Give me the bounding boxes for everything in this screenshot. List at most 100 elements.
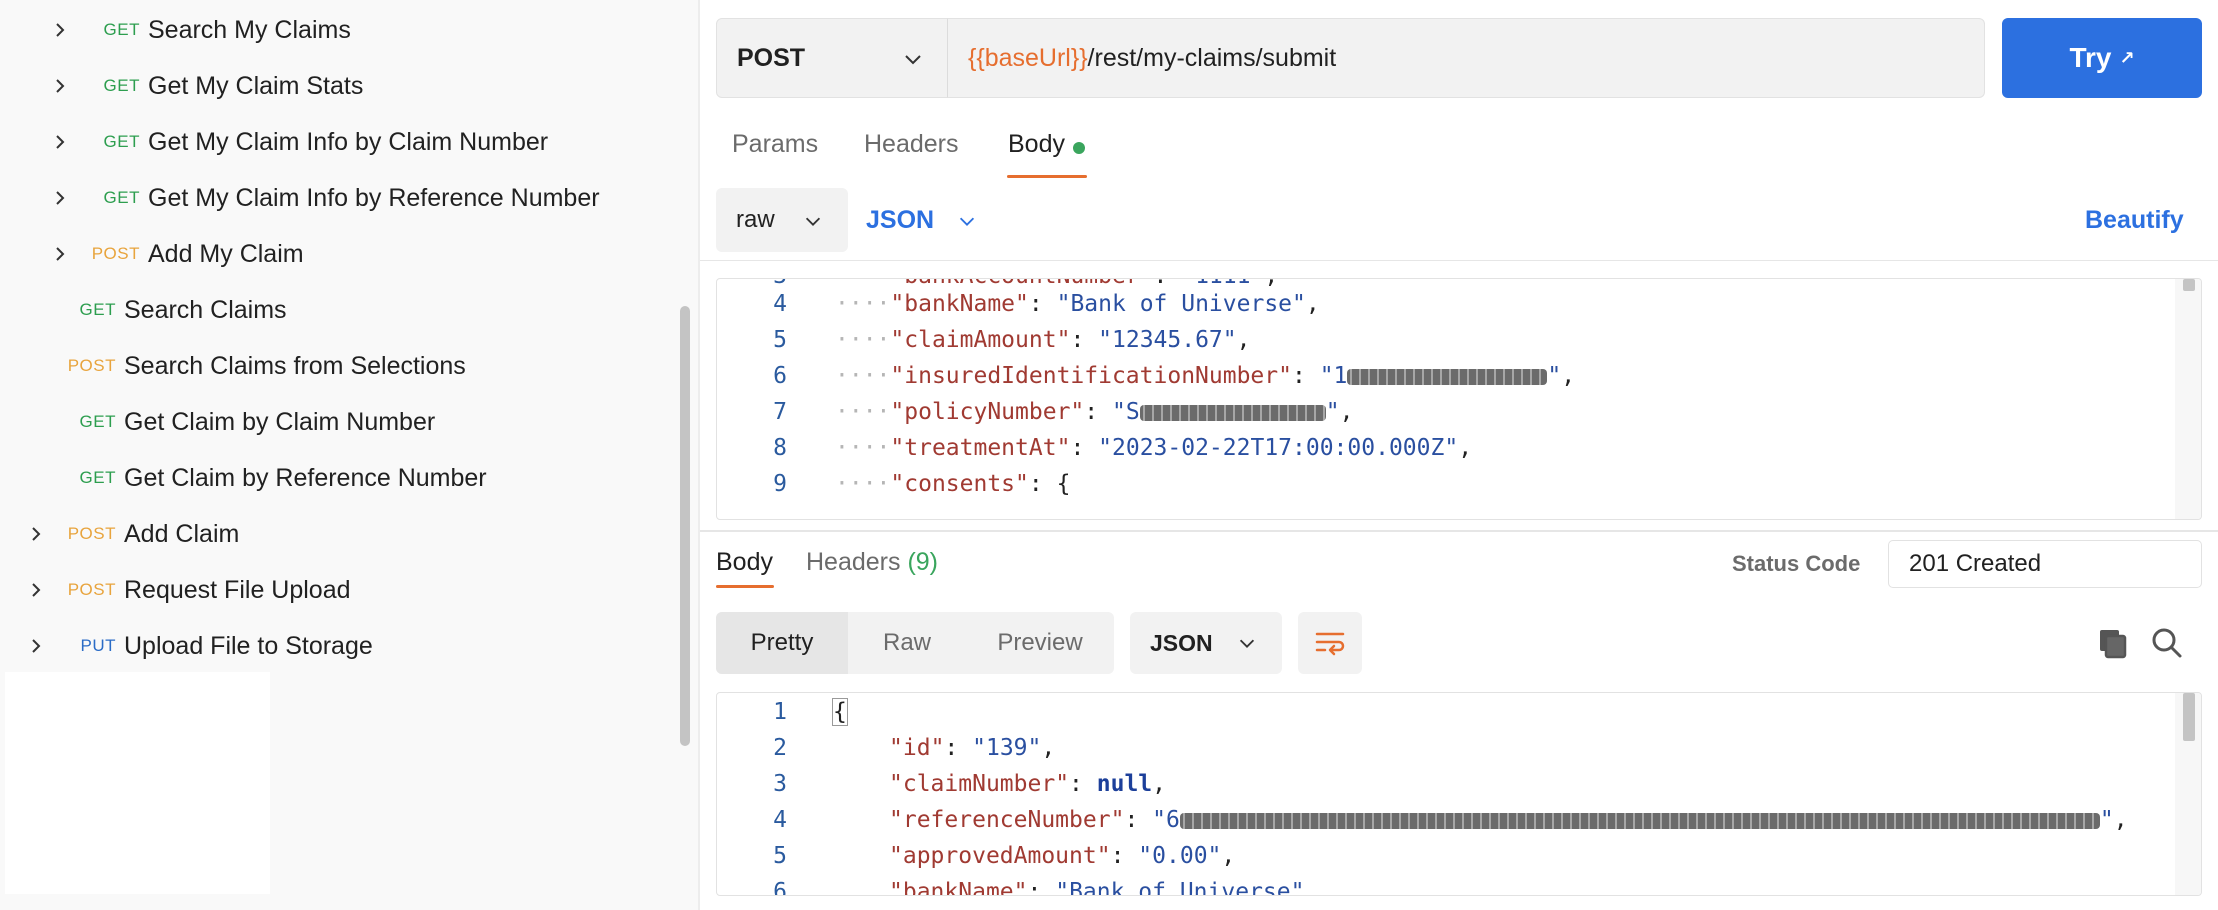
line-number: 2 <box>773 735 787 761</box>
method-badge: PUT <box>80 636 116 655</box>
chevron-right-icon[interactable] <box>48 186 72 210</box>
tab-body[interactable]: Body <box>1008 130 1065 159</box>
line-number: 3 <box>773 771 787 797</box>
chevron-right-icon[interactable] <box>48 242 72 266</box>
viewer-scrollbar-track[interactable] <box>2175 693 2201 895</box>
pane-divider[interactable] <box>698 0 700 910</box>
response-divider[interactable] <box>700 530 2218 532</box>
json-key: claimNumber <box>902 771 1056 797</box>
tree-item-get-claim-by-reference-number[interactable]: GET Get Claim by Reference Number <box>0 450 680 506</box>
tab-headers[interactable]: Headers <box>864 130 959 159</box>
tree-item-search-claims[interactable]: GET Search Claims <box>0 282 680 338</box>
format-preview-button[interactable]: Preview <box>966 612 1114 674</box>
tree-item-add-claim[interactable]: POST Add Claim <box>0 506 680 562</box>
json-key: consents <box>904 471 1016 497</box>
format-raw-button[interactable]: Raw <box>848 612 966 674</box>
line-number: 9 <box>773 471 787 497</box>
method-badge: GET <box>103 132 140 151</box>
url-path: /rest/my-claims/submit <box>1087 43 1337 72</box>
body-mode-select[interactable]: raw <box>716 188 848 252</box>
tree-item-get-claim-by-claim-number[interactable]: GET Get Claim by Claim Number <box>0 394 680 450</box>
code-line: 6 ····"insuredIdentificationNumber": "1 "… <box>717 363 2177 399</box>
beautify-button[interactable]: Beautify <box>2085 206 2184 235</box>
tree-item-upload-file-to-storage[interactable]: PUT Upload File to Storage <box>0 618 680 674</box>
response-tab-body[interactable]: Body <box>716 548 773 577</box>
viewer-scrollbar-thumb[interactable] <box>2183 693 2195 741</box>
line-number: 5 <box>773 327 787 353</box>
code-line: 6 "bankName": "Bank of Universe", <box>717 879 2177 896</box>
json-value: null <box>1096 771 1153 797</box>
tab-params[interactable]: Params <box>732 130 818 159</box>
editor-scrollbar-thumb[interactable] <box>2183 279 2195 291</box>
chevron-right-icon[interactable] <box>48 18 72 42</box>
chevron-right-icon[interactable] <box>24 634 48 658</box>
code-line: 2 "id": "139", <box>717 735 2177 771</box>
tree-item-label: Get Claim by Claim Number <box>124 407 436 436</box>
body-modified-dot <box>1073 142 1085 154</box>
tree-item-label: Get My Claim Info by Claim Number <box>148 127 549 156</box>
tree-item-get-my-claim-info-by-reference-number[interactable]: GET Get My Claim Info by Reference Numbe… <box>0 170 680 226</box>
tree-item-label: Request File Upload <box>124 575 351 604</box>
body-mode-value: raw <box>736 206 775 233</box>
status-code-label: Status Code <box>1732 551 1861 576</box>
method-badge: POST <box>91 244 140 263</box>
code-line: 9 ····"consents": { <box>717 471 2177 507</box>
line-number: 8 <box>773 435 787 461</box>
chevron-right-icon[interactable] <box>24 522 48 546</box>
url-variable: {{baseUrl}} <box>968 43 1088 72</box>
tree-item-search-claims-from-selections[interactable]: POST Search Claims from Selections <box>0 338 680 394</box>
json-key: id <box>902 735 931 761</box>
format-pretty-button[interactable]: Pretty <box>716 612 848 674</box>
active-tab-indicator <box>1007 175 1087 178</box>
method-select-value: POST <box>737 43 806 72</box>
wrap-lines-button[interactable] <box>1298 612 1362 674</box>
url-input[interactable]: {{baseUrl}}/rest/my-claims/submit <box>947 18 1985 98</box>
try-button[interactable]: Try ↗ <box>2002 18 2202 98</box>
tree-item-label: Add My Claim <box>148 239 304 268</box>
body-language-select[interactable]: JSON <box>866 188 994 252</box>
response-tab-headers[interactable]: Headers (9) <box>806 548 938 577</box>
tree-item-request-file-upload[interactable]: POST Request File Upload <box>0 562 680 618</box>
line-number: 7 <box>773 399 787 425</box>
line-number: 5 <box>773 843 787 869</box>
chevron-down-icon <box>959 217 975 226</box>
json-key: bankName <box>902 879 1014 896</box>
tree-item-add-my-claim[interactable]: POST Add My Claim <box>0 226 680 282</box>
response-body-viewer[interactable]: 1 { 2 "id": "139", 3 "claimNumber": null… <box>716 692 2202 896</box>
tree-item-search-my-claims[interactable]: GET Search My Claims <box>0 2 680 58</box>
chevron-right-icon[interactable] <box>48 74 72 98</box>
tree-item-get-my-claim-info-by-claim-number[interactable]: GET Get My Claim Info by Claim Number <box>0 114 680 170</box>
method-badge: GET <box>103 20 140 39</box>
status-code-text: 201 Created <box>1909 550 2042 577</box>
tree-item-label: Get My Claim Stats <box>148 71 364 100</box>
tree-item-get-my-claim-stats[interactable]: GET Get My Claim Stats <box>0 58 680 114</box>
code-line: 7 ····"policyNumber": "S ", <box>717 399 2177 435</box>
response-language-select[interactable]: JSON <box>1130 612 1282 674</box>
json-value: 1111 <box>1195 279 1250 289</box>
editor-scrollbar-track[interactable] <box>2175 279 2201 519</box>
search-icon[interactable] <box>2150 626 2184 660</box>
code-line: 5 "approvedAmount": "0.00", <box>717 843 2177 879</box>
method-badge: GET <box>103 76 140 95</box>
chevron-right-icon[interactable] <box>48 130 72 154</box>
json-key: insuredIdentificationNumber <box>904 363 1279 389</box>
response-tab-headers-label: Headers <box>806 548 901 576</box>
code-line: 8 ····"treatmentAt": "2023-02-22T17:00:0… <box>717 435 2177 471</box>
copy-icon[interactable] <box>2096 626 2130 660</box>
redacted-value <box>1139 404 1326 421</box>
json-key: referenceNumber <box>902 807 1111 833</box>
method-badge: GET <box>79 468 116 487</box>
sidebar-scrollbar[interactable] <box>680 306 690 746</box>
request-body-editor[interactable]: 3 ····"bankAccountNumber": "1111", 4 ···… <box>716 278 2202 520</box>
tree-item-label: Upload File to Storage <box>124 631 373 660</box>
collection-sidebar: GET Search My Claims GET Get My Claim St… <box>0 0 698 910</box>
method-select[interactable]: POST <box>716 18 948 98</box>
json-value: 139 <box>985 735 1028 761</box>
active-tab-indicator <box>716 585 774 588</box>
json-value: { <box>1056 471 1071 497</box>
chevron-down-icon <box>805 217 821 226</box>
chevron-right-icon[interactable] <box>24 578 48 602</box>
line-number: 3 <box>717 279 787 289</box>
code-line: 4 "referenceNumber": "6 ", <box>717 807 2177 843</box>
json-key: bankName <box>904 291 1016 317</box>
